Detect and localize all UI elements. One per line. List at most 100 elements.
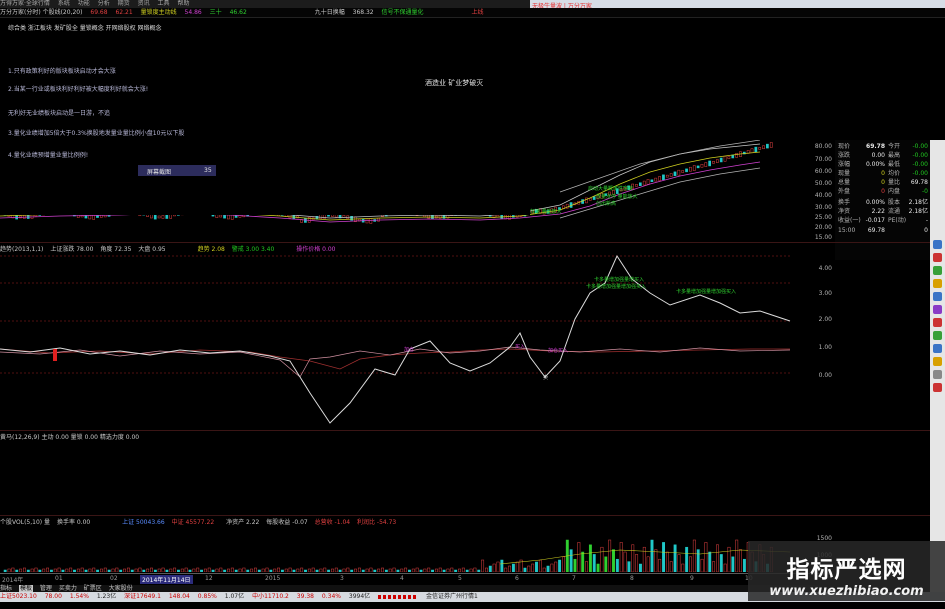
volume-bar — [73, 569, 76, 572]
menu-item-futures[interactable]: 期货 — [118, 0, 130, 7]
volume-bar — [377, 568, 381, 572]
volume-bar — [49, 569, 53, 572]
quote-label: 量比 — [888, 179, 901, 186]
bell-icon[interactable] — [933, 357, 942, 366]
tab-mining-zone[interactable]: 矿票区 — [84, 585, 102, 592]
volume-bar — [731, 556, 735, 572]
volume-bar — [658, 558, 662, 572]
indicator2-header: 黄马(12,26,9) 主动 0.00 量锁 0.00 精选力度 0.00 — [0, 434, 140, 441]
candlestick — [342, 215, 346, 218]
quote-row: 净资 2.22 流通 2.18亿 — [838, 207, 928, 216]
quote-value: -0.00 — [912, 143, 928, 150]
quote-value: 0 — [881, 188, 885, 195]
quote-label: 均价 — [888, 170, 901, 177]
broker-connection[interactable]: 金信证券广州行情1 — [426, 593, 478, 600]
volume-bar — [677, 554, 681, 572]
quote-label: 收益(一) — [838, 217, 861, 224]
tab-manage[interactable]: 管理 — [40, 585, 52, 592]
chart-icon[interactable] — [933, 266, 942, 275]
volume-bar — [615, 558, 619, 572]
grid-icon[interactable] — [933, 344, 942, 353]
volume-bar — [635, 554, 639, 572]
tag-label: 卡多量增加强量增加强买入 — [676, 288, 736, 295]
candlestick — [219, 214, 223, 218]
star-icon[interactable] — [933, 279, 942, 288]
indicator-tab-bar: 指标 模板 管理 买卖力 矿票区 大家股份 — [0, 585, 820, 592]
note-line-4: 3.量化业绩增加5倍大于0.3%换股地发量业量比例小盘10元以下股 — [8, 130, 185, 137]
signal-marker: 卖 — [543, 375, 548, 381]
screenshot-button[interactable]: 屏幕截图 35 — [138, 165, 216, 176]
flag-icon[interactable] — [933, 253, 942, 262]
price-tick: 15.00 — [814, 234, 832, 241]
candlestick — [685, 168, 688, 173]
date-tick: 9 — [690, 575, 694, 582]
volume-bar — [538, 559, 542, 572]
volume-bar — [76, 568, 80, 572]
price-ref-value: 62.21 — [115, 9, 133, 16]
volume-bar — [304, 569, 307, 572]
site-watermark: 指标严选网 www.xuezhibiao.com — [748, 541, 945, 601]
signal-line-value: 54.86 — [184, 9, 202, 16]
sme-index[interactable]: 中小11710.2 — [252, 593, 289, 600]
menu-item-tools[interactable]: 工具 — [158, 0, 170, 7]
pane-divider — [0, 430, 930, 431]
alert-icon[interactable] — [933, 318, 942, 327]
volume-bar — [65, 568, 69, 572]
candlestick — [758, 147, 762, 150]
sz-index[interactable]: 深证17649.1 — [124, 593, 161, 600]
indicator-tick: 1.00 — [818, 344, 832, 351]
volume-bar — [712, 561, 716, 572]
quote-value: -0.017 — [865, 217, 885, 224]
menu-item-help[interactable]: 帮助 — [177, 0, 189, 7]
volume-bar — [234, 569, 238, 572]
tab-indicator[interactable]: 指标 — [0, 585, 12, 592]
volume-bar — [708, 551, 712, 572]
menu-item-system[interactable]: 系统 — [58, 0, 70, 7]
volume-bar — [488, 565, 492, 572]
tab-shares[interactable]: 大家股份 — [109, 585, 133, 592]
menu-item-news[interactable]: 资讯 — [138, 0, 150, 7]
volume-bar — [230, 567, 234, 572]
menu-item-analysis[interactable]: 分析 — [98, 0, 110, 7]
zoom-in-icon[interactable] — [933, 240, 942, 249]
candlestick — [223, 214, 226, 219]
volume-chart[interactable] — [0, 526, 815, 572]
tab-template[interactable]: 模板 — [18, 585, 33, 592]
candlestick — [662, 174, 665, 181]
candlestick — [639, 182, 642, 186]
watermark-url: www.xuezhibiao.com — [769, 584, 924, 599]
quote-value: 69.78 — [867, 227, 885, 234]
indicator-tick: 4.00 — [818, 265, 832, 272]
volume-bar — [296, 568, 300, 572]
volume-bar — [588, 544, 592, 572]
settings-icon[interactable] — [933, 370, 942, 379]
ninety-day-label: 九十日换幅 — [314, 9, 345, 16]
price-high-value: 69.68 — [90, 9, 108, 16]
candlestick — [319, 214, 323, 220]
exit-icon[interactable] — [933, 383, 942, 392]
volume-bar — [600, 546, 604, 572]
volume-bar — [558, 559, 562, 572]
volume-bar — [692, 539, 696, 572]
menu-item-function[interactable]: 功能 — [78, 0, 90, 7]
sme-change: 39.38 — [296, 593, 314, 600]
price-tick: 30.00 — [814, 204, 832, 211]
news-icon[interactable] — [933, 292, 942, 301]
menu-bar: 万得万家·全球行情 系统 功能 分析 期货 资讯 工具 帮助 — [0, 0, 530, 8]
volume-item: 净资产 2.22 — [226, 519, 260, 526]
volume-item: 个股VOL(5,10) 量 — [0, 519, 51, 526]
quote-row: 总量 0 量比 69.78 — [838, 178, 928, 187]
indicator1-item: 上证涨跌 78.00 — [50, 246, 94, 253]
indicator-tick: 2.00 — [818, 316, 832, 323]
kline-note-2: 放量涨停 量能放大 — [596, 193, 638, 200]
trade-icon[interactable] — [933, 331, 942, 340]
volume-bar — [504, 567, 508, 572]
quote-row: 收益(一) -0.017 PE(动) - — [838, 216, 928, 225]
tool-icon[interactable] — [933, 305, 942, 314]
trend-indicator-chart[interactable]: 卡多量增加强量增买入 卡多量增加强量增加强买入 卡多量增加强量增加强买入 加仓 … — [0, 253, 815, 430]
candlestick — [592, 196, 596, 200]
volume-bar — [92, 567, 96, 572]
sh-index[interactable]: 上证5023.10 — [0, 593, 37, 600]
indicator1-item: 角度 72.35 — [100, 246, 132, 253]
tab-buy-sell-power[interactable]: 买卖力 — [59, 585, 77, 592]
